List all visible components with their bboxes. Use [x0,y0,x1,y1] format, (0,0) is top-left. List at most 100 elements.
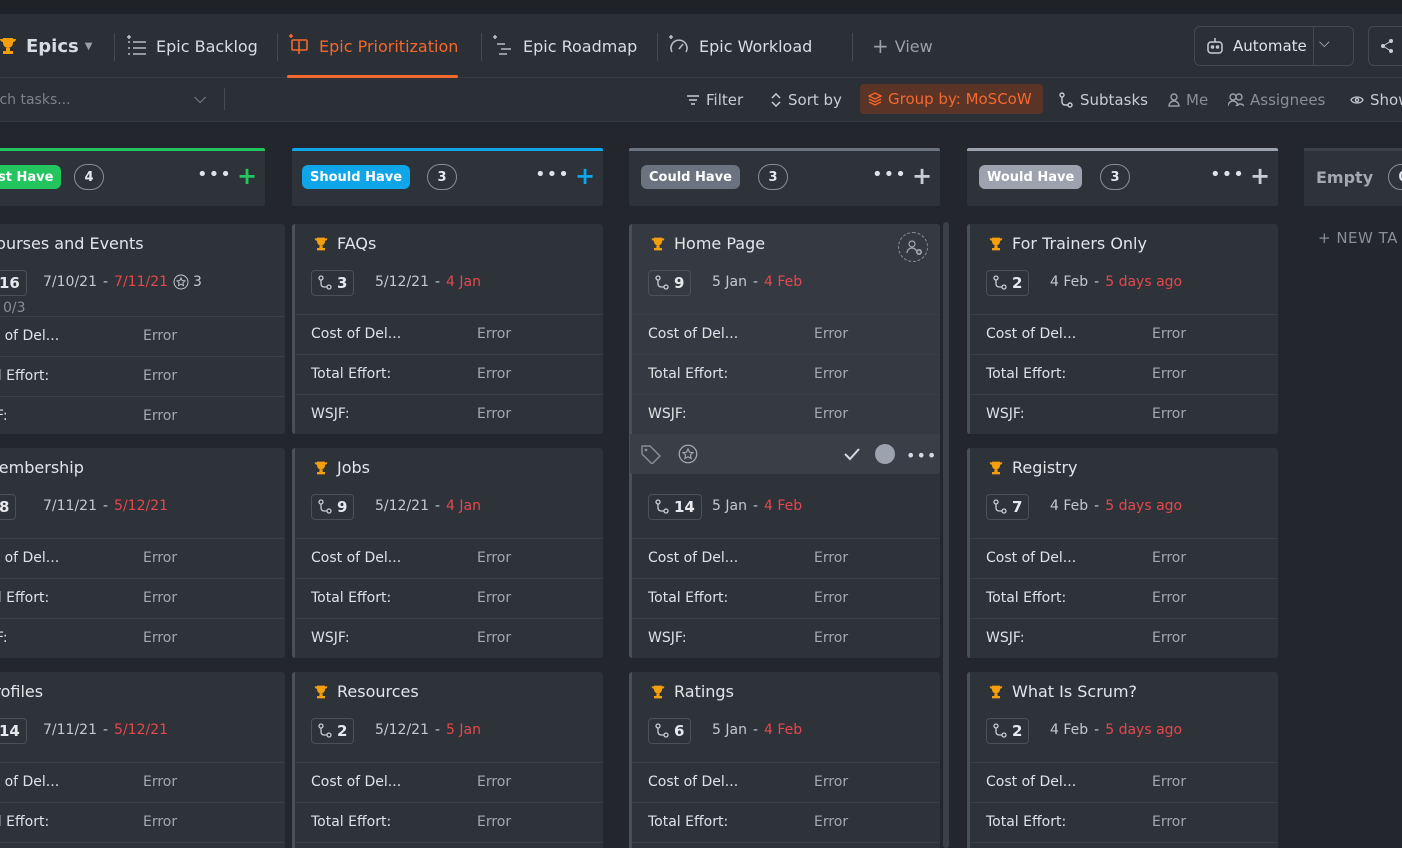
subtask-count[interactable]: 14 [0,718,27,744]
column-scrollbar[interactable] [943,222,949,848]
custom-field-row[interactable]: Cost of Del... Error [970,314,1278,354]
custom-field-row[interactable]: Total Effort: Error [632,354,940,394]
card-title[interactable]: Resources [313,682,419,701]
custom-field-row[interactable]: WSJF:Error [632,618,940,658]
card-dates[interactable]: 5/12/21-4 Jan [375,274,481,290]
custom-field-row[interactable]: WSJF:Error [0,842,285,848]
subtask-count[interactable]: 3 [311,270,355,296]
card-dates[interactable]: 4 Feb -5 days ago [1050,274,1182,290]
new-task-button[interactable]: + NEW TA [1318,229,1398,247]
card-dates[interactable]: 7/10/21-7/11/21 [43,274,168,290]
star-count[interactable]: 3 [173,274,202,290]
sort-button[interactable]: Sort by [770,91,842,109]
custom-field-row[interactable]: WSJF:Error [0,618,285,658]
custom-field-row[interactable]: Total Effort: Error [632,578,940,618]
column-status-pill[interactable]: st Have [0,165,62,189]
custom-field-row[interactable]: WSJF:Error [970,842,1278,848]
tab-epic-prioritization[interactable]: Epic Prioritization [287,14,459,78]
chevron-down-icon[interactable]: ⌵ [1319,35,1330,51]
card-title[interactable]: FAQs [313,234,376,253]
custom-field-row[interactable]: WSJF:Error [970,618,1278,658]
custom-field-row[interactable]: Total Effort: Error [295,578,603,618]
card-dates[interactable]: 7/11/21-5/12/21 [43,498,168,514]
column-menu-icon[interactable]: ••• [197,166,232,184]
column-menu-icon[interactable]: ••• [535,166,570,184]
subtask-count[interactable]: 6 [648,718,692,744]
epics-dropdown[interactable]: Epics ▼ [0,14,92,78]
custom-field-row[interactable]: Cost of Del... Error [970,538,1278,578]
custom-field-row[interactable]: Cost of Del... Error [632,314,940,354]
checklist-progress[interactable]: 0/3 [3,300,26,316]
subtask-count[interactable]: 9 [648,270,692,296]
add-view-button[interactable]: + View [872,14,933,78]
me-filter-button[interactable]: Me [1168,91,1208,109]
star-icon[interactable] [678,444,698,464]
card-title[interactable]: Membership [0,458,84,477]
custom-field-row[interactable]: WSJF:Error [632,842,940,848]
check-icon[interactable] [842,444,862,464]
custom-field-row[interactable]: Total Effort: Error [970,578,1278,618]
tab-epic-backlog[interactable]: Epic Backlog [124,14,258,78]
task-card[interactable]: Jobs 9 5/12/21-4 Jan Cost of Del... Error Tot… [292,448,603,658]
subtasks-button[interactable]: Subtasks [1058,91,1148,109]
add-task-icon[interactable]: + [575,163,595,189]
task-card[interactable]: Courses and Events167/10/21-7/11/2130/3C… [0,224,285,434]
custom-field-row[interactable]: Cost of Del... Error [632,538,940,578]
card-title[interactable]: Profiles [0,682,43,701]
card-title[interactable]: For Trainers Only [988,234,1147,253]
task-card[interactable]: What Is Scrum? 2 4 Feb -5 days ago Cost of D… [967,672,1278,848]
card-menu-icon[interactable]: ••• [906,446,937,465]
tab-epic-workload[interactable]: Epic Workload [667,14,812,78]
assignees-button[interactable]: Assignees [1228,91,1325,109]
tag-icon[interactable] [640,444,662,464]
custom-field-row[interactable]: Total Effort: Error [970,802,1278,842]
card-dates[interactable]: 5/12/21-5 Jan [375,722,481,738]
custom-field-row[interactable]: Total Effort: Error [0,356,285,396]
add-assignee-icon[interactable] [898,232,928,262]
custom-field-row[interactable]: Total Effort: Error [632,802,940,842]
task-card[interactable]: 14 5 Jan -4 Feb Cost of Del... Error Total Ef… [629,448,940,658]
subtask-count[interactable]: 2 [311,718,355,744]
task-card[interactable]: Ratings 6 5 Jan -4 Feb Cost of Del... Error To… [629,672,940,848]
custom-field-row[interactable]: Cost of Del... Error [295,762,603,802]
subtask-count[interactable]: 7 [986,494,1030,520]
custom-field-row[interactable]: Cost of Del... Error [295,314,603,354]
card-dates[interactable]: 4 Feb -5 days ago [1050,722,1182,738]
filter-button[interactable]: Filter [686,91,743,109]
card-title[interactable]: Home Page [650,234,765,253]
card-dates[interactable]: 5 Jan -4 Feb [712,498,802,514]
custom-field-row[interactable]: WSJF:Error [632,394,940,434]
custom-field-row[interactable]: WSJF:Error [295,618,603,658]
custom-field-row[interactable]: WSJF:Error [295,394,603,434]
subtask-count[interactable]: 9 [311,494,355,520]
card-dates[interactable]: 5/12/21-4 Jan [375,498,481,514]
add-task-icon[interactable]: + [237,163,257,189]
custom-field-row[interactable]: Cost of Del... Error [0,316,285,356]
custom-field-row[interactable]: WSJF:Error [295,842,603,848]
tab-epic-roadmap[interactable]: Epic Roadmap [491,14,637,78]
column-menu-icon[interactable]: ••• [1210,166,1245,184]
card-title[interactable]: Registry [988,458,1078,477]
task-card[interactable]: For Trainers Only 2 4 Feb -5 days ago Cost o… [967,224,1278,434]
automate-button[interactable]: Automate ⌵ [1194,26,1354,66]
task-card[interactable]: Registry 7 4 Feb -5 days ago Cost of Del... E… [967,448,1278,658]
add-task-icon[interactable]: + [1250,163,1270,189]
column-menu-icon[interactable]: ••• [872,166,907,184]
add-task-icon[interactable]: + [912,163,932,189]
subtask-count[interactable]: 2 [986,270,1030,296]
custom-field-row[interactable]: WSJF:Error [970,394,1278,434]
card-dates[interactable]: 5 Jan -4 Feb [712,274,802,290]
column-status-pill[interactable]: Could Have [641,165,740,189]
card-title[interactable]: Ratings [650,682,734,701]
column-status-pill[interactable]: Would Have [979,165,1083,189]
custom-field-row[interactable]: Total Effort: Error [295,802,603,842]
subtask-count[interactable]: 8 [0,494,17,520]
subtask-count[interactable]: 2 [986,718,1030,744]
custom-field-row[interactable]: Cost of Del... Error [0,762,285,802]
card-title[interactable]: Courses and Events [0,234,144,253]
status-dot-icon[interactable] [875,444,895,464]
card-title[interactable]: Jobs [313,458,370,477]
task-card[interactable]: Membership 8 7/11/21-5/12/21 Cost of Del...… [0,448,285,658]
custom-field-row[interactable]: Cost of Del... Error [295,538,603,578]
custom-field-row[interactable]: Total Effort: Error [0,578,285,618]
